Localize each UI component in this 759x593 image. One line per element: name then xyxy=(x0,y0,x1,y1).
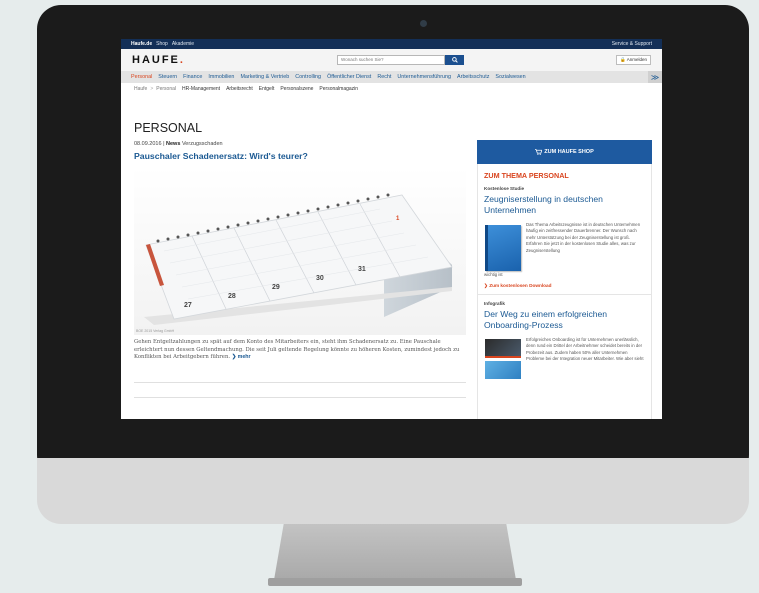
browser-screen: Haufe.de Shop Akademie Service & Support… xyxy=(121,39,662,419)
study-kicker: Kostenlose Studie xyxy=(484,186,525,191)
topic-heading: ZUM THEMA PERSONAL xyxy=(484,171,569,180)
login-button[interactable]: 🔒 Anmelden xyxy=(616,55,651,65)
download-link[interactable]: ❯ Zum kostenlosen Download xyxy=(484,283,645,289)
calendar-day-31: 31 xyxy=(358,266,366,273)
shop-button[interactable]: ZUM HAUFE SHOP xyxy=(477,140,652,164)
utility-bar: Haufe.de Shop Akademie Service & Support xyxy=(121,39,662,49)
calendar-day-28: 28 xyxy=(228,293,236,300)
divider xyxy=(134,397,466,398)
breadcrumb-home[interactable]: Haufe xyxy=(134,86,147,92)
infographic-title[interactable]: Der Weg zu einem erfolgreichen Onboardin… xyxy=(484,309,645,331)
service-support-link[interactable]: Service & Support xyxy=(612,41,652,47)
study-text: Das Thema Arbeitszeugnisse ist in deutsc… xyxy=(526,222,641,253)
page-title: PERSONAL xyxy=(134,121,203,135)
akademie-link[interactable]: Akademie xyxy=(172,41,194,47)
nav-more-button[interactable]: ≫ xyxy=(648,71,662,83)
desktop-scene: Haufe.de Shop Akademie Service & Support… xyxy=(0,0,759,593)
breadcrumb-current[interactable]: Personal xyxy=(156,86,176,92)
search-input[interactable]: Wonach suchen Sie? xyxy=(337,55,446,65)
infographic-thumbnail xyxy=(485,361,521,379)
study-teaser: Das Thema Arbeitszeugnisse ist in deutsc… xyxy=(484,222,645,271)
monitor-stand xyxy=(274,524,516,580)
calendar-day-29: 29 xyxy=(272,284,280,291)
subnav-item-personalmagazin[interactable]: Personalmagazin xyxy=(319,86,358,92)
site-header: HAUFE. Wonach suchen Sie? 🔒 Anmelden xyxy=(121,49,662,71)
haufe-de-link[interactable]: Haufe.de xyxy=(131,41,152,47)
article-meta: 08.09.2016 | News Verzugsschaden xyxy=(134,141,223,147)
subnav-item-arbeitsrecht[interactable]: Arbeitsrecht xyxy=(226,86,253,92)
nav-item-controlling[interactable]: Controlling xyxy=(295,74,321,80)
subnav-item-personalszene[interactable]: Personalszene xyxy=(280,86,313,92)
topic-box: ZUM THEMA PERSONAL Kostenlose Studie Zeu… xyxy=(477,164,652,419)
search-icon xyxy=(451,57,458,63)
camera-dot xyxy=(420,20,427,27)
infographic-kicker: Infografik xyxy=(484,301,505,306)
article-tag: Verzugsschaden xyxy=(181,141,223,147)
infographic-teaser: Erfolgreiches Onboarding ist für Unterne… xyxy=(484,337,645,379)
desk-calendar-illustration: 27 28 29 30 31 1 xyxy=(134,167,466,335)
nav-item-arbeitsschutz[interactable]: Arbeitsschutz xyxy=(457,74,489,80)
divider xyxy=(134,382,466,383)
meta-separator: | xyxy=(163,141,165,147)
shop-link[interactable]: Shop xyxy=(156,41,168,47)
infographic-thumbnail xyxy=(485,339,521,358)
article-date: 08.09.2016 xyxy=(134,141,162,147)
calendar-day-30: 30 xyxy=(316,275,324,282)
lock-icon: 🔒 xyxy=(620,57,626,62)
sidebar: ZUM HAUFE SHOP ZUM THEMA PERSONAL Kosten… xyxy=(477,140,652,419)
article-category: News xyxy=(166,141,181,147)
study-title[interactable]: Zeugniserstellung in deutschen Unternehm… xyxy=(484,194,645,216)
article-image[interactable]: 27 28 29 30 31 1 BOE 2015 Verlag GmbH xyxy=(134,167,466,335)
monitor-foot xyxy=(268,578,522,586)
nav-item-finance[interactable]: Finance xyxy=(183,74,202,80)
teaser-text: Gehen Entgeltzahlungen zu spät auf dem K… xyxy=(134,339,460,361)
study-text-tail: wichtig ist xyxy=(484,272,503,277)
subnav-item-entgelt[interactable]: Entgelt xyxy=(259,86,275,92)
main-navigation: Personal Steuern Finance Immobilien Mark… xyxy=(121,71,662,83)
nav-item-marketing[interactable]: Marketing & Vertrieb xyxy=(240,74,289,80)
article-headline[interactable]: Pauschaler Schadenersatz: Wird's teurer? xyxy=(134,151,308,161)
nav-item-recht[interactable]: Recht xyxy=(377,74,391,80)
nav-item-immobilien[interactable]: Immobilien xyxy=(208,74,234,80)
monitor-chin xyxy=(37,458,749,524)
nav-item-oeffentlicher-dienst[interactable]: Öffentlicher Dienst xyxy=(327,74,371,80)
infographic-thumbnails[interactable] xyxy=(485,339,521,379)
subnav-item-hr-management[interactable]: HR-Management xyxy=(182,86,220,92)
cart-icon xyxy=(535,149,543,155)
nav-item-steuern[interactable]: Steuern xyxy=(158,74,177,80)
nav-item-personal[interactable]: Personal xyxy=(131,74,152,80)
more-link[interactable]: ❯ mehr xyxy=(232,354,251,360)
article-teaser: Gehen Entgeltzahlungen zu spät auf dem K… xyxy=(134,339,461,362)
study-cover-image[interactable] xyxy=(485,225,521,271)
nav-item-unternehmensfuehrung[interactable]: Unternehmensführung xyxy=(397,74,451,80)
breadcrumb-separator: > xyxy=(150,85,154,92)
infographic-text: Erfolgreiches Onboarding ist für Unterne… xyxy=(526,337,644,362)
haufe-logo[interactable]: HAUFE. xyxy=(132,54,185,66)
nav-item-sozialwesen[interactable]: Sozialwesen xyxy=(495,74,525,80)
calendar-day-27: 27 xyxy=(184,302,192,309)
search-button[interactable] xyxy=(445,55,465,65)
shop-button-label: ZUM HAUFE SHOP xyxy=(544,149,594,155)
sidebar-divider xyxy=(478,294,651,295)
search-bar: Wonach suchen Sie? xyxy=(337,55,465,65)
sub-navigation: Haufe > Personal HR-Management Arbeitsre… xyxy=(121,83,662,94)
image-credit: BOE 2015 Verlag GmbH xyxy=(136,329,175,333)
